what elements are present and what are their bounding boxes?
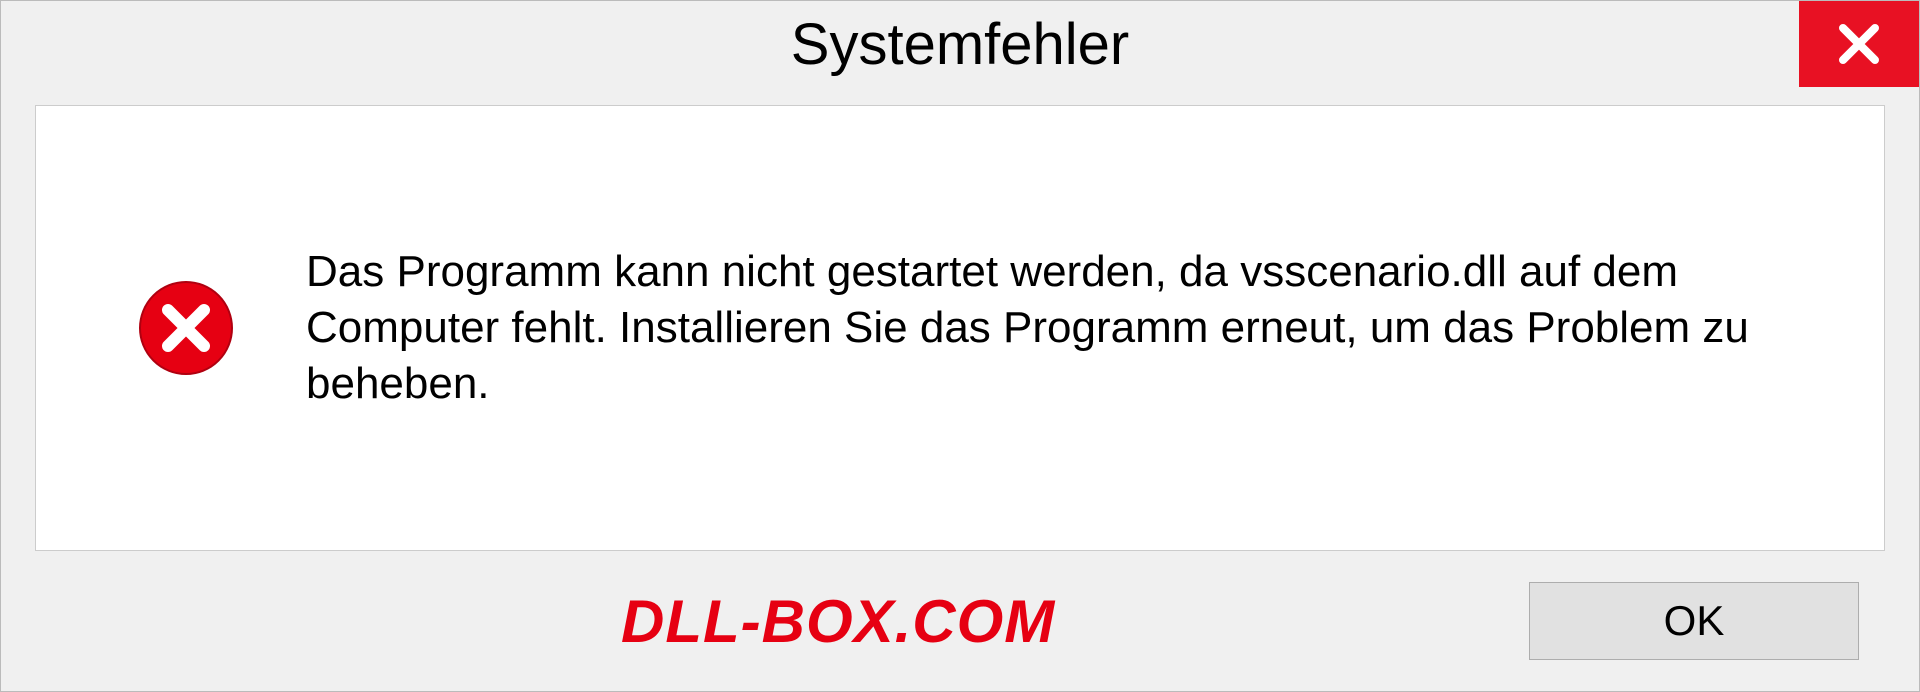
watermark-text: DLL-BOX.COM [621, 587, 1055, 656]
close-button[interactable] [1799, 1, 1919, 87]
error-icon [136, 278, 236, 378]
dialog-content: Das Programm kann nicht gestartet werden… [35, 105, 1885, 551]
dialog-message: Das Programm kann nicht gestartet werden… [306, 244, 1824, 413]
close-icon [1835, 20, 1883, 68]
error-icon-wrapper [136, 278, 236, 378]
dialog-footer: DLL-BOX.COM OK [1, 551, 1919, 691]
title-bar: Systemfehler [1, 1, 1919, 87]
dialog-title: Systemfehler [791, 11, 1129, 78]
ok-button[interactable]: OK [1529, 582, 1859, 660]
error-dialog: Systemfehler Das Programm kann nicht ges… [0, 0, 1920, 692]
